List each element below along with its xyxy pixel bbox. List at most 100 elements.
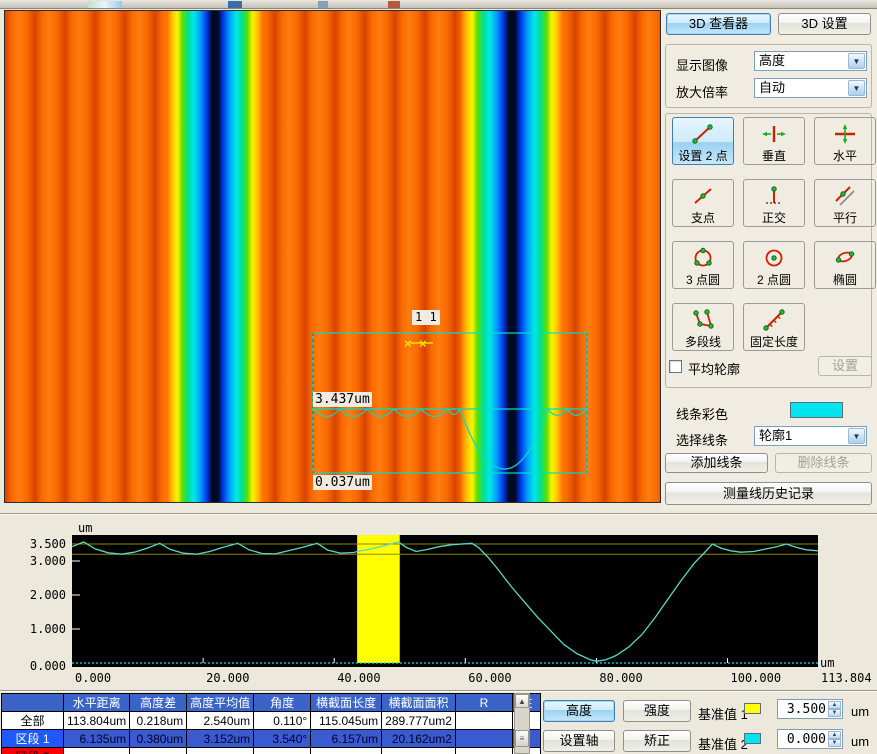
spin-down-icon[interactable]: ▼ (828, 709, 841, 717)
add-line-button[interactable]: 添加线条 (665, 453, 768, 473)
x-tick-label: 100.000 (731, 671, 782, 685)
vertical-icon (761, 118, 787, 148)
table-cell (311, 748, 382, 754)
set-axis-button[interactable]: 设置轴 (543, 730, 615, 752)
tool-button-circle-3pt[interactable]: 3 点圆 (672, 241, 734, 289)
measure-history-button[interactable]: 测量线历史记录 (665, 482, 872, 505)
spin-up-icon[interactable]: ▲ (828, 701, 841, 709)
toolbar-icon-fragment (88, 1, 122, 8)
measurement-results-region: 水平距离高度差高度平均值角度横截面长度横截面面积R注全部113.804um0.2… (0, 692, 877, 754)
base-value-label: 0.037um (313, 475, 372, 490)
table-cell (130, 748, 187, 754)
table-cell (455, 748, 512, 754)
top-toolbar-sliver (0, 0, 877, 9)
table-cell: 0.110° (254, 712, 311, 730)
x-tick-label: 20.000 (206, 671, 249, 685)
profile-chart-svg (72, 535, 818, 667)
ref1-color-swatch[interactable] (744, 703, 761, 714)
profile-line (72, 542, 818, 661)
table-cell (254, 748, 311, 754)
profile-settings-button[interactable]: 设置 (818, 356, 872, 376)
ref1-spinner[interactable]: 3.500 ▲▼ (777, 699, 843, 719)
intensity-mode-button[interactable]: 强度 (623, 700, 691, 722)
marker-x-icon[interactable]: × (404, 336, 412, 351)
select-line-select[interactable]: 轮廓1 ▼ (754, 426, 867, 446)
divider (0, 513, 877, 515)
table-header-cell: 角度 (254, 694, 311, 712)
height-value-label: 3.437um (313, 392, 372, 407)
table-cell: 289.777um2 (382, 712, 456, 730)
row-name-cell[interactable]: 区段 2 (2, 748, 64, 754)
table-header-cell (2, 694, 64, 712)
tool-button-pivot[interactable]: 支点 (672, 179, 734, 227)
fixed-length-icon (761, 304, 787, 334)
polyline-icon (690, 304, 716, 334)
x-tick-label: 40.000 (337, 671, 380, 685)
tool-button-fixed-length[interactable]: 固定长度 (743, 303, 805, 351)
row-name-cell[interactable]: 区段 1 (2, 730, 64, 748)
table-row[interactable]: 区段 2 (2, 748, 541, 754)
line-color-swatch[interactable] (790, 402, 843, 418)
height-map-image[interactable]: × × 3.437um 0.037um 1 1 (4, 10, 661, 503)
right-control-panel: 3D 查看器 3D 设置 显示图像 高度 ▼ 放大倍率 自动 ▼ 设置 2 点垂… (661, 10, 877, 510)
y-tick-label: 3.500 (20, 537, 66, 551)
correct-button[interactable]: 矫正 (623, 730, 691, 752)
table-cell: 0.218um (130, 712, 187, 730)
tool-label: 2 点圆 (757, 272, 791, 288)
height-mode-button[interactable]: 高度 (543, 700, 615, 722)
x-tick-label: 0.000 (75, 671, 111, 685)
scrollbar-thumb[interactable]: ≡ (515, 730, 529, 747)
table-cell: 115.045um (311, 712, 382, 730)
tool-button-circle-2pt[interactable]: 2 点圆 (743, 241, 805, 289)
horizontal-icon (832, 118, 858, 148)
profile-chart-panel: um 3.5003.0002.0001.0000.000 0.00020.000… (0, 516, 877, 690)
table-scrollbar[interactable]: ▲ ≡ (514, 693, 530, 754)
tool-label: 水平 (833, 148, 857, 164)
tool-button-two-point-line[interactable]: 设置 2 点 (672, 117, 734, 165)
table-cell (382, 748, 456, 754)
table-cell: 6.157um (311, 730, 382, 748)
pivot-icon (690, 180, 716, 210)
toolbar-icon-fragment (228, 1, 242, 8)
table-header-cell: 高度平均值 (187, 694, 254, 712)
measurement-table[interactable]: 水平距离高度差高度平均值角度横截面长度横截面面积R注全部113.804um0.2… (1, 693, 541, 754)
tool-label: 设置 2 点 (678, 148, 727, 164)
delete-line-button[interactable]: 删除线条 (775, 453, 872, 473)
row-name-cell[interactable]: 全部 (2, 712, 64, 730)
tool-label: 椭圆 (833, 272, 857, 288)
table-row[interactable]: 全部113.804um0.218um2.540um0.110°115.045um… (2, 712, 541, 730)
table-row[interactable]: 区段 16.135um0.380um3.152um3.540°6.157um20… (2, 730, 541, 748)
profile-plot[interactable] (72, 535, 818, 667)
ref2-color-swatch[interactable] (744, 733, 761, 744)
tool-label: 平行 (833, 210, 857, 226)
chevron-down-icon[interactable]: ▼ (848, 428, 865, 444)
circle-3pt-icon (690, 242, 716, 272)
toolbar-icon-fragment (388, 1, 400, 8)
table-header-cell: 横截面面积 (382, 694, 456, 712)
table-header-cell: 高度差 (130, 694, 187, 712)
parallel-icon (832, 180, 858, 210)
tool-button-orthogonal[interactable]: 正交 (743, 179, 805, 227)
x-tick-label: 113.804 (821, 671, 872, 685)
orthogonal-icon (761, 180, 787, 210)
table-header-cell: R (455, 694, 512, 712)
spin-up-icon[interactable]: ▲ (828, 731, 841, 739)
ref2-spinner[interactable]: 0.000 ▲▼ (777, 729, 843, 749)
measurement-overlay[interactable]: × × (5, 11, 660, 502)
select-line-value: 轮廓1 (759, 428, 792, 443)
y-tick-label: 3.000 (20, 554, 66, 568)
tool-button-parallel[interactable]: 平行 (814, 179, 876, 227)
tool-button-polyline[interactable]: 多段线 (672, 303, 734, 351)
table-header-cell: 横截面长度 (311, 694, 382, 712)
marker-x-icon[interactable]: × (419, 336, 427, 351)
tool-button-vertical[interactable]: 垂直 (743, 117, 805, 165)
scroll-up-icon[interactable]: ▲ (515, 694, 529, 708)
y-tick-label: 2.000 (20, 588, 66, 602)
spin-down-icon[interactable]: ▼ (828, 739, 841, 747)
average-profile-checkbox[interactable] (669, 360, 682, 373)
tool-label: 垂直 (762, 148, 786, 164)
tool-button-horizontal[interactable]: 水平 (814, 117, 876, 165)
tool-button-ellipse[interactable]: 椭圆 (814, 241, 876, 289)
line-color-label: 线条彩色 (676, 404, 728, 423)
ellipse-icon (832, 242, 858, 272)
